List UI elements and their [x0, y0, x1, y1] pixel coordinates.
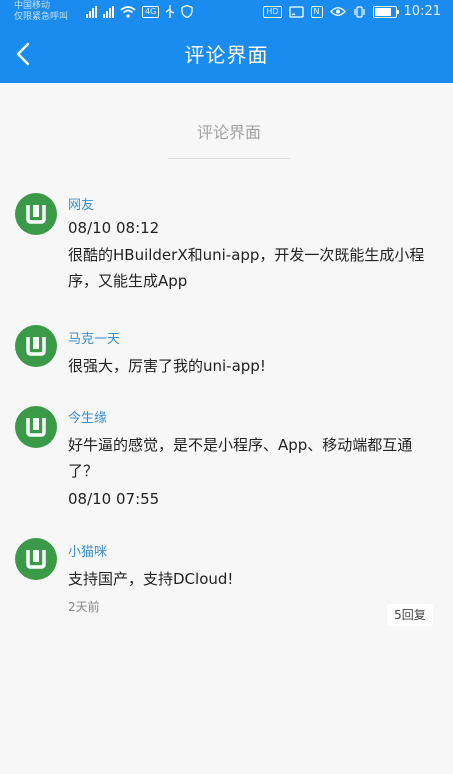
carrier-name: 中国移动	[14, 1, 51, 11]
usb-icon	[165, 5, 175, 18]
comment-author[interactable]: 网友	[68, 197, 433, 215]
comment-body: 小猫咪 支持国产，支持DCloud! 2天前	[68, 544, 433, 616]
comment-text: 很酷的HBuilderX和uni-app，开发一次既能生成小程序，又能生成App	[68, 246, 425, 290]
avatar[interactable]	[15, 538, 57, 580]
battery-icon	[372, 5, 399, 18]
comment-author[interactable]: 小猫咪	[68, 544, 433, 562]
wifi-icon	[120, 5, 136, 18]
uniapp-logo-icon	[26, 205, 46, 224]
uniapp-logo-icon	[26, 337, 46, 356]
comment-author[interactable]: 马克一天	[68, 331, 433, 349]
status-right-icons: HD N 10:21	[263, 4, 441, 19]
comment-text: 支持国产，支持DCloud!	[68, 570, 234, 588]
comment-body: 马克一天 很强大，厉害了我的uni-app!	[68, 331, 433, 379]
section-title: 评论界面	[168, 120, 290, 159]
uniapp-logo-icon	[26, 418, 46, 437]
nfc-badge: N	[310, 5, 323, 18]
comment-body: 网友 08/10 08:12 很酷的HBuilderX和uni-app，开发一次…	[68, 197, 433, 294]
eye-icon	[329, 7, 346, 16]
avatar[interactable]	[15, 193, 57, 235]
navigation-bar: 评论界面	[0, 26, 453, 83]
carrier-info: 中国移动 仅限紧急呼叫	[14, 1, 68, 23]
carrier-status: 仅限紧急呼叫	[14, 12, 69, 22]
signal-icon	[86, 5, 97, 18]
cast-icon	[288, 5, 304, 18]
avatar[interactable]	[15, 406, 57, 448]
comment-text: 好牛逼的感觉，是不是小程序、App、移动端都互通了？	[68, 436, 413, 480]
network-badge: 4G	[142, 5, 160, 18]
signal-icon-2	[103, 5, 114, 18]
comment-author[interactable]: 今生缘	[68, 410, 433, 428]
comment-body: 今生缘 好牛逼的感觉，是不是小程序、App、移动端都互通了？ 08/10 07:…	[68, 410, 433, 510]
comment-date: 2天前	[68, 600, 100, 614]
comment-time: 08/10 07:55	[68, 490, 160, 508]
vibrate-icon	[353, 5, 365, 18]
comment-time: 08/10 08:12	[68, 219, 160, 237]
comment-page: 中国移动 仅限紧急呼叫 4G HD N 10:21 评论界面 评论界面 网友 0…	[0, 0, 453, 774]
avatar[interactable]	[15, 325, 57, 367]
header: 中国移动 仅限紧急呼叫 4G HD N 10:21 评论界面	[0, 0, 453, 83]
status-left-icons: 4G	[86, 5, 193, 18]
page-title: 评论界面	[184, 43, 269, 67]
clock: 10:21	[403, 4, 441, 19]
uniapp-logo-icon	[26, 550, 46, 569]
reply-count-button[interactable]: 5回复	[387, 604, 433, 626]
shield-icon	[181, 5, 193, 18]
comment-text: 很强大，厉害了我的uni-app!	[68, 357, 266, 375]
hd-badge: HD	[263, 5, 282, 18]
status-bar: 中国移动 仅限紧急呼叫 4G HD N 10:21	[0, 0, 453, 26]
